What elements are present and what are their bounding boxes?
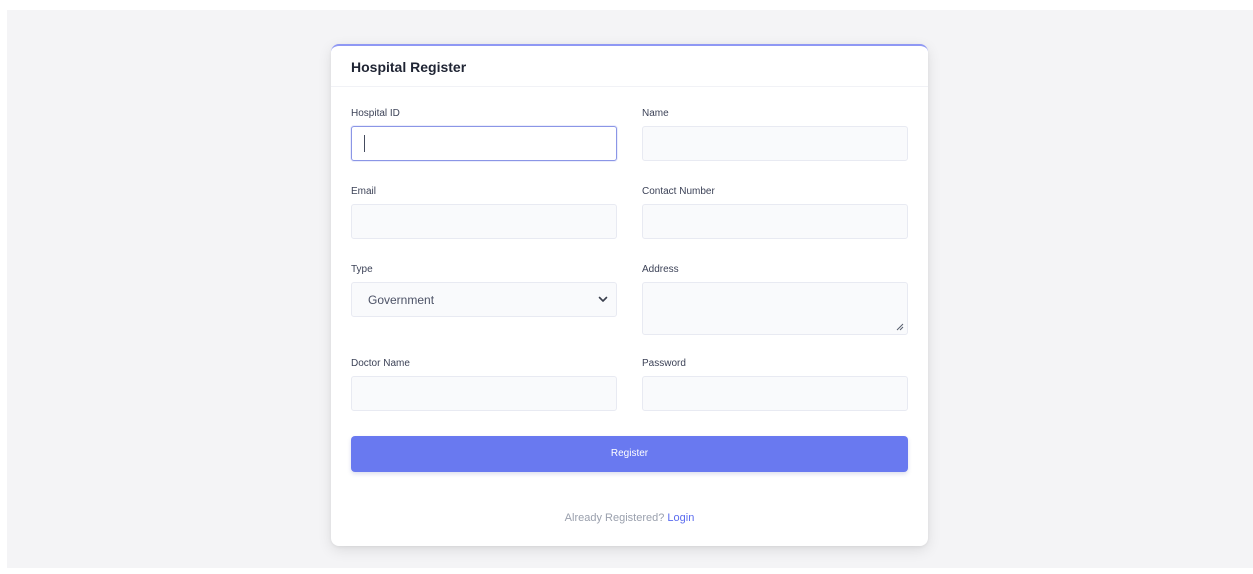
login-prompt: Already Registered? Login [331, 512, 928, 524]
name-input[interactable] [642, 126, 908, 161]
hospital-id-input[interactable] [351, 126, 617, 161]
address-textarea[interactable] [642, 282, 908, 335]
type-label: Type [351, 264, 373, 275]
chevron-down-icon [598, 296, 608, 302]
resize-grip-icon[interactable] [896, 323, 904, 331]
contact-number-input[interactable] [642, 204, 908, 239]
card-header: Hospital Register [331, 46, 928, 87]
password-label: Password [642, 358, 686, 369]
login-link[interactable]: Login [667, 512, 694, 524]
register-card: Hospital Register Hospital ID Name Email… [331, 44, 928, 546]
text-caret [364, 135, 365, 152]
name-label: Name [642, 108, 669, 119]
email-label: Email [351, 186, 377, 197]
register-button[interactable]: Register [351, 436, 908, 472]
type-select[interactable]: Government [351, 282, 617, 317]
already-registered-text: Already Registered? [564, 512, 665, 524]
doctor-name-input[interactable] [351, 376, 617, 411]
hospital-id-label: Hospital ID [351, 108, 400, 119]
doctor-name-label: Doctor Name [351, 358, 410, 369]
type-select-value: Government [368, 293, 435, 307]
email-input[interactable] [351, 204, 617, 239]
card-title: Hospital Register [351, 59, 467, 75]
address-label: Address [642, 264, 679, 275]
password-input[interactable] [642, 376, 908, 411]
contact-number-label: Contact Number [642, 186, 715, 197]
